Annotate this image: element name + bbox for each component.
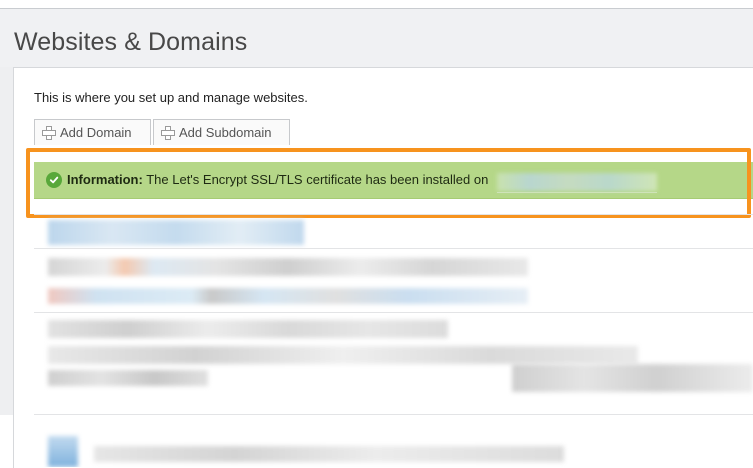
- add-subdomain-button[interactable]: Add Subdomain: [153, 119, 290, 145]
- redacted-websites-list: [34, 214, 753, 467]
- redacted-row: [48, 346, 638, 364]
- add-icon: [42, 125, 56, 140]
- redacted-row: [48, 258, 528, 276]
- list-divider: [34, 214, 753, 215]
- add-icon: [161, 125, 175, 140]
- add-domain-button[interactable]: Add Domain: [34, 119, 151, 145]
- redacted-row: [48, 288, 528, 304]
- window-top-edge: [0, 0, 753, 9]
- redacted-row: [48, 370, 208, 386]
- list-divider: [34, 248, 753, 249]
- redacted-row: [48, 220, 304, 245]
- list-divider: [34, 312, 753, 313]
- intro-text: This is where you set up and manage webs…: [34, 90, 308, 105]
- add-domain-label: Add Domain: [60, 125, 132, 140]
- page-title: Websites & Domains: [14, 28, 248, 56]
- annotation-highlight-box: [26, 148, 751, 218]
- redacted-row: [48, 320, 448, 338]
- left-gutter: [0, 67, 13, 415]
- add-subdomain-label: Add Subdomain: [179, 125, 272, 140]
- redacted-row: [512, 364, 753, 392]
- redacted-row: [94, 446, 564, 462]
- redacted-row: [48, 436, 78, 467]
- list-divider: [34, 414, 753, 415]
